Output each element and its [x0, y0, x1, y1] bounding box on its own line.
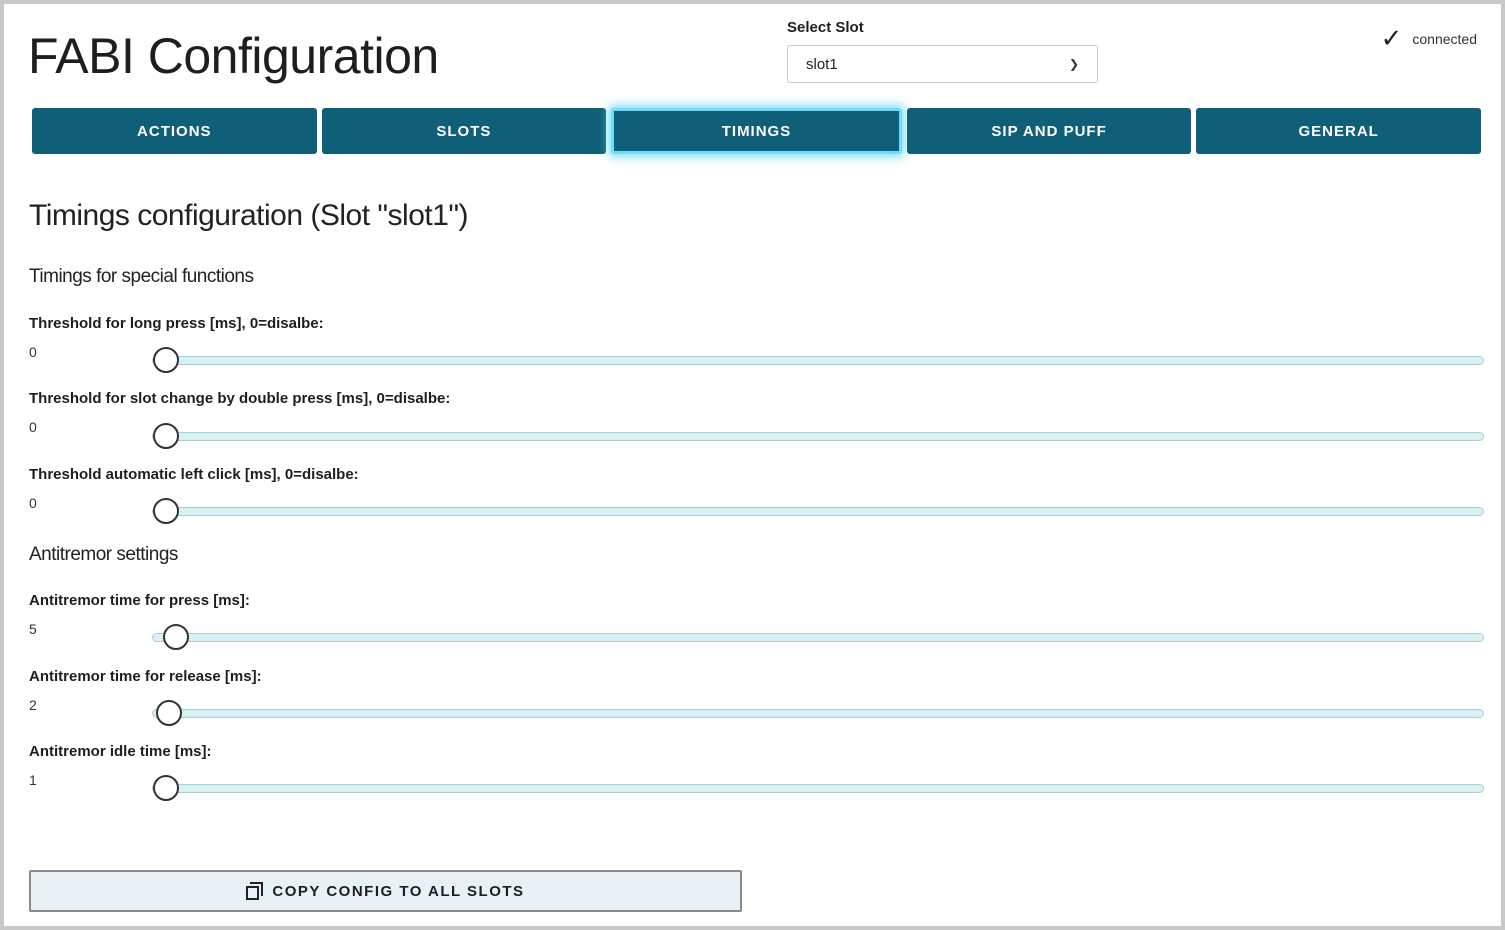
slider-track — [152, 633, 1484, 642]
connection-status: ✓ connected — [1381, 26, 1477, 52]
auto-left-click-value: 0 — [29, 495, 37, 511]
auto-left-click-label: Threshold automatic left click [ms], 0=d… — [29, 466, 359, 483]
antitremor-press-slider[interactable] — [152, 624, 1484, 650]
slot-select[interactable]: slot1 ❯ — [787, 45, 1098, 83]
check-icon: ✓ — [1380, 24, 1403, 54]
tab-sip-and-puff[interactable]: SIP AND PUFF — [906, 108, 1192, 154]
slider-thumb[interactable] — [153, 423, 179, 449]
slider-thumb[interactable] — [162, 624, 189, 650]
slider-thumb[interactable] — [153, 347, 179, 373]
long-press-slider[interactable] — [152, 347, 1484, 373]
antitremor-press-label: Antitremor time for press [ms]: — [29, 592, 250, 609]
double-press-label: Threshold for slot change by double pres… — [29, 390, 451, 407]
antitremor-idle-label: Antitremor idle time [ms]: — [29, 743, 212, 760]
app-title: FABI Configuration — [28, 28, 439, 84]
antitremor-idle-value: 1 — [29, 772, 37, 788]
antitremor-idle-slider[interactable] — [152, 775, 1484, 801]
slot-select-label: Select Slot — [787, 19, 864, 36]
slider-track — [152, 507, 1484, 516]
slot-select-value: slot1 — [806, 55, 838, 73]
slider-thumb[interactable] — [153, 775, 179, 801]
tab-bar: ACTIONS SLOTS TIMINGS SIP AND PUFF GENER… — [32, 108, 1481, 154]
page-title: Timings configuration (Slot "slot1") — [29, 199, 469, 232]
connection-status-text: connected — [1412, 31, 1477, 47]
antitremor-release-value: 2 — [29, 697, 37, 713]
tab-timings[interactable]: TIMINGS — [611, 108, 902, 154]
tab-slots[interactable]: SLOTS — [321, 108, 607, 154]
tab-actions[interactable]: ACTIONS — [32, 108, 317, 154]
long-press-value: 0 — [29, 344, 37, 360]
copy-config-button[interactable]: COPY CONFIG TO ALL SLOTS — [29, 870, 742, 912]
section-heading-antitremor: Antitremor settings — [29, 544, 178, 565]
slider-track — [152, 356, 1484, 365]
antitremor-release-slider[interactable] — [152, 700, 1484, 726]
tab-general[interactable]: GENERAL — [1196, 108, 1481, 154]
antitremor-press-value: 5 — [29, 621, 37, 637]
slider-thumb[interactable] — [153, 498, 179, 524]
chevron-down-icon: ❯ — [1068, 57, 1079, 71]
auto-left-click-slider[interactable] — [152, 498, 1484, 524]
copy-icon — [246, 882, 264, 900]
double-press-value: 0 — [29, 419, 37, 435]
slider-track — [152, 709, 1484, 718]
long-press-label: Threshold for long press [ms], 0=disalbe… — [29, 315, 324, 332]
app-window: FABI Configuration Select Slot slot1 ❯ ✓… — [0, 0, 1505, 930]
antitremor-release-label: Antitremor time for release [ms]: — [29, 668, 262, 685]
slider-track — [152, 784, 1484, 793]
slider-thumb[interactable] — [155, 700, 182, 726]
double-press-slider[interactable] — [152, 423, 1484, 449]
section-heading-special-functions: Timings for special functions — [29, 266, 254, 287]
slider-track — [152, 432, 1484, 441]
copy-config-label: COPY CONFIG TO ALL SLOTS — [272, 882, 525, 900]
